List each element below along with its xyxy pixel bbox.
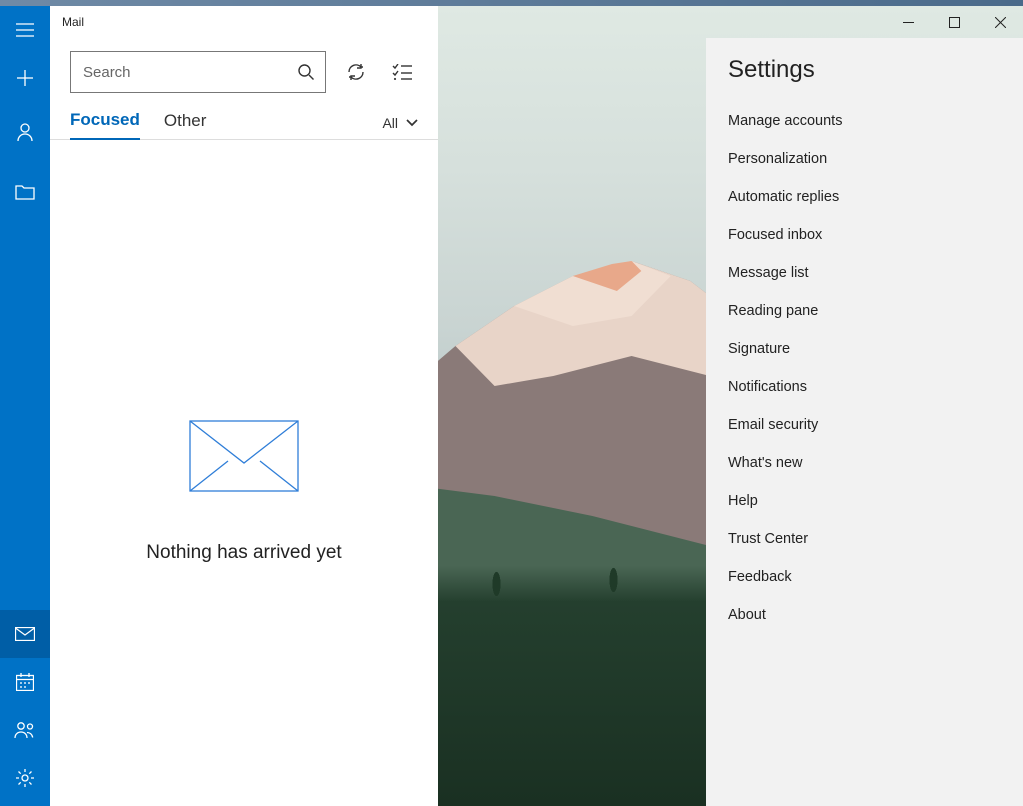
- empty-message: Nothing has arrived yet: [146, 542, 341, 564]
- calendar-icon: [16, 673, 34, 691]
- settings-item-personalization[interactable]: Personalization: [728, 140, 1001, 178]
- refresh-icon: [346, 62, 366, 82]
- minimize-icon: [903, 17, 914, 28]
- app-title: Mail: [62, 15, 84, 29]
- sync-button[interactable]: [340, 56, 372, 88]
- minimize-button[interactable]: [885, 6, 931, 38]
- settings-item-trust-center[interactable]: Trust Center: [728, 520, 1001, 558]
- settings-item-about[interactable]: About: [728, 596, 1001, 634]
- close-button[interactable]: [977, 6, 1023, 38]
- search-box[interactable]: [70, 51, 326, 93]
- mail-nav-button[interactable]: [0, 610, 50, 658]
- search-input[interactable]: [83, 64, 297, 81]
- settings-item-help[interactable]: Help: [728, 482, 1001, 520]
- calendar-nav-button[interactable]: [0, 658, 50, 706]
- tab-other[interactable]: Other: [164, 105, 207, 139]
- nav-rail: [0, 6, 50, 806]
- maximize-icon: [949, 17, 960, 28]
- compose-button[interactable]: [0, 54, 50, 102]
- mail-icon: [15, 627, 35, 641]
- folders-button[interactable]: [0, 162, 50, 222]
- people-icon: [14, 721, 36, 739]
- plus-icon: [17, 70, 33, 86]
- gear-icon: [15, 768, 35, 788]
- folder-icon: [15, 184, 35, 200]
- window-controls: [885, 6, 1023, 38]
- checklist-icon: [392, 64, 412, 80]
- select-mode-button[interactable]: [386, 56, 418, 88]
- search-icon: [297, 63, 315, 81]
- settings-item-reading-pane[interactable]: Reading pane: [728, 292, 1001, 330]
- settings-title: Settings: [728, 56, 1001, 84]
- settings-panel: Settings Manage accounts Personalization…: [706, 38, 1023, 806]
- settings-item-notifications[interactable]: Notifications: [728, 368, 1001, 406]
- account-button[interactable]: [0, 102, 50, 162]
- settings-item-automatic-replies[interactable]: Automatic replies: [728, 178, 1001, 216]
- settings-item-feedback[interactable]: Feedback: [728, 558, 1001, 596]
- mail-app-window: Mail Focused Other All Not: [0, 6, 1023, 806]
- settings-item-message-list[interactable]: Message list: [728, 254, 1001, 292]
- close-icon: [995, 17, 1006, 28]
- maximize-button[interactable]: [931, 6, 977, 38]
- person-icon: [16, 122, 34, 142]
- settings-item-signature[interactable]: Signature: [728, 330, 1001, 368]
- menu-button[interactable]: [0, 6, 50, 54]
- envelope-icon: [189, 420, 299, 492]
- toolbar: [50, 38, 438, 100]
- filter-label: All: [382, 115, 398, 131]
- title-bar: Mail: [50, 6, 438, 38]
- empty-state: Nothing has arrived yet: [50, 140, 438, 806]
- inbox-tabs: Focused Other All: [50, 100, 438, 140]
- settings-nav-button[interactable]: [0, 754, 50, 802]
- people-nav-button[interactable]: [0, 706, 50, 754]
- menu-icon: [16, 23, 34, 37]
- settings-item-email-security[interactable]: Email security: [728, 406, 1001, 444]
- message-list-pane: Mail Focused Other All Not: [50, 6, 438, 806]
- settings-item-whats-new[interactable]: What's new: [728, 444, 1001, 482]
- tab-focused[interactable]: Focused: [70, 104, 140, 140]
- filter-dropdown[interactable]: All: [382, 115, 418, 139]
- chevron-down-icon: [406, 119, 418, 127]
- settings-item-manage-accounts[interactable]: Manage accounts: [728, 102, 1001, 140]
- settings-item-focused-inbox[interactable]: Focused inbox: [728, 216, 1001, 254]
